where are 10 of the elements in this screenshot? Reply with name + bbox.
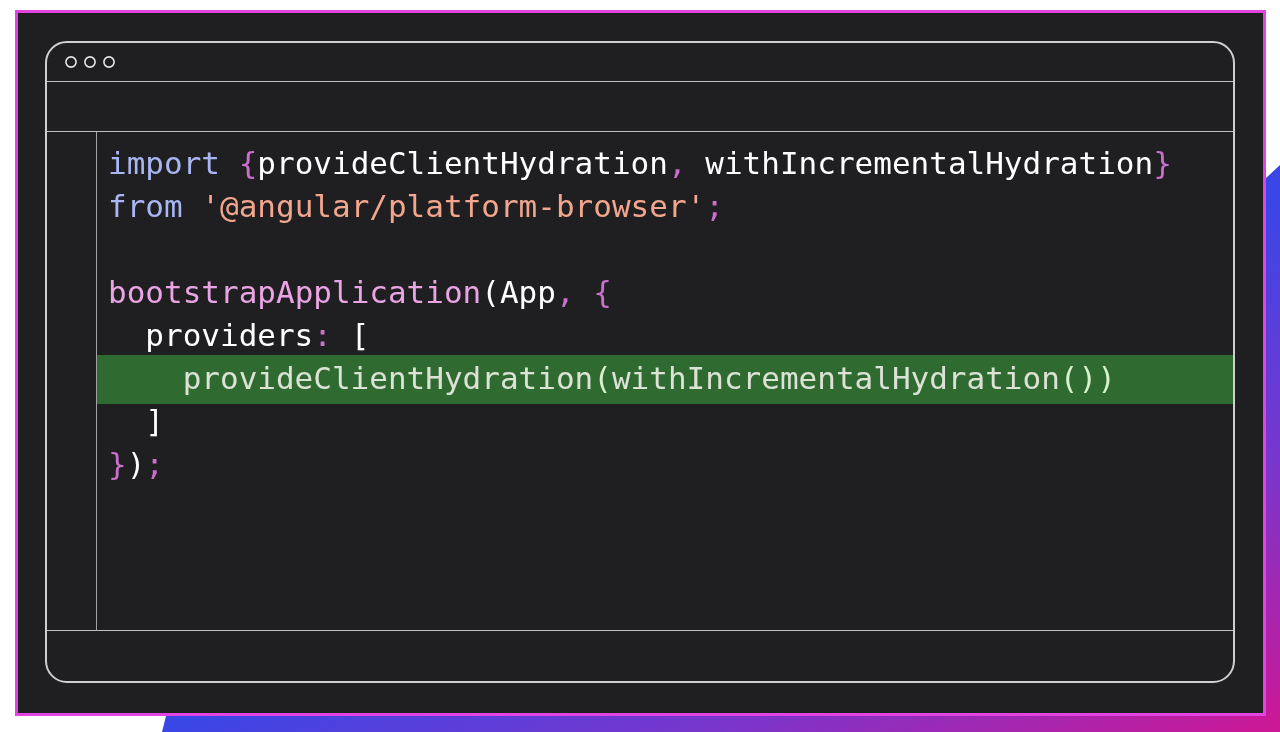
code-line: from '@angular/platform-browser'; (108, 188, 724, 226)
window-control-icon[interactable] (65, 56, 77, 68)
code-line: }); (108, 446, 164, 484)
code-line: provideClientHydration(withIncrementalHydration()) (182, 360, 1116, 398)
window-control-icon[interactable] (103, 56, 115, 68)
code-line: providers: [ (145, 317, 370, 355)
code-line: ] (145, 403, 164, 441)
window-control-icon[interactable] (84, 56, 96, 68)
code-line: bootstrapApplication(App, { (108, 274, 612, 312)
code-line: import {provideClientHydration, withIncrementalHydration} (108, 145, 1172, 183)
